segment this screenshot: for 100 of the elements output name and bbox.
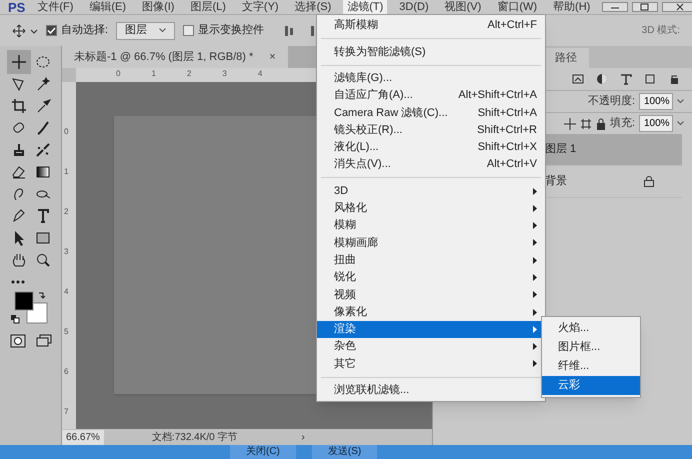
image-filter-icon[interactable] [572, 73, 584, 85]
maximize-icon [632, 2, 658, 12]
menu-item[interactable]: 选择(S) [290, 0, 336, 14]
caret-icon[interactable] [677, 99, 684, 104]
menu-item[interactable]: 锐化 [317, 268, 545, 286]
ellipse-marquee-icon[interactable] [34, 54, 50, 70]
menu-item[interactable]: 火焰... [542, 319, 640, 338]
shortcut-text: Alt+Shift+Ctrl+A [458, 88, 537, 104]
percent-field[interactable]: 100% [639, 93, 673, 110]
artboard-icon[interactable] [580, 118, 592, 130]
screen-mode-icon[interactable] [36, 334, 52, 348]
ruler-number: 3 [64, 246, 70, 258]
history-brush-icon[interactable] [34, 142, 50, 158]
shortcut-text: Alt+Ctrl+F [487, 18, 537, 34]
shape-filter-icon[interactable] [644, 73, 656, 85]
zoom-field[interactable]: 66.67% [62, 430, 104, 444]
ruler-number: 0 [116, 68, 120, 80]
field-label: 填充: [610, 116, 635, 132]
submenu-arrow-icon [533, 326, 537, 333]
layer-dropdown[interactable]: 图层 [116, 22, 176, 40]
menu-item[interactable]: 杂色 [317, 338, 545, 356]
close-icon [662, 2, 692, 12]
menu-item[interactable]: 其它 [317, 355, 545, 373]
checkbox-label: 自动选择: [61, 23, 108, 38]
move-icon[interactable] [564, 118, 576, 130]
ruler-number: 1 [151, 68, 156, 80]
menu-item[interactable]: 模糊画廊 [317, 234, 545, 252]
submenu-arrow-icon [533, 308, 537, 316]
menu-item[interactable]: 云彩 [542, 376, 640, 395]
menu-item[interactable]: 图片框... [542, 338, 640, 357]
ruler-number: 0 [64, 126, 70, 138]
ruler-number: 5 [64, 326, 70, 338]
menu-item[interactable]: 像素化 [317, 303, 545, 321]
menu-item[interactable]: Camera Raw 滤镜(C)... Shift+Ctrl+A [317, 104, 545, 122]
menu-item[interactable]: 图层(L) [186, 0, 230, 14]
zoom-icon[interactable] [34, 252, 50, 268]
taskbar-button[interactable]: 发送(S) [312, 445, 378, 459]
menu-item[interactable]: 滤镜(T) [343, 0, 388, 14]
ruler-number: 2 [186, 68, 192, 80]
ruler-number: 3 [222, 68, 227, 80]
submenu-arrow-icon [533, 239, 537, 246]
submenu-arrow-icon [533, 291, 537, 298]
menu-item[interactable]: 自适应广角(A)... Alt+Shift+Ctrl+A [317, 86, 545, 104]
close-button[interactable]: × [269, 48, 276, 66]
ruler-number: 4 [64, 286, 70, 298]
menu-item[interactable]: 视图(V) [440, 0, 486, 14]
checkbox-label: 显示变换控件 [198, 22, 264, 38]
pen-icon[interactable] [10, 208, 26, 224]
layer-name: 图层 1 [545, 142, 576, 158]
menu-item[interactable]: 帮助(H) [549, 0, 594, 14]
rectangle-icon[interactable] [34, 230, 50, 246]
shortcut-text: Shift+Ctrl+X [478, 140, 537, 156]
brush-icon[interactable] [34, 120, 50, 136]
align-icon[interactable] [284, 24, 294, 36]
caret-icon [159, 28, 166, 33]
menu-item[interactable]: 风格化 [317, 200, 545, 217]
expand-arrow[interactable]: › [302, 430, 305, 444]
quick-mask-icon[interactable] [10, 334, 26, 348]
crop-icon[interactable] [10, 98, 26, 114]
menu-item[interactable]: 转换为智能滤镜(S) [317, 43, 545, 61]
taskbar-button[interactable]: 关闭(C) [230, 445, 296, 459]
text-filter-icon[interactable] [620, 73, 632, 85]
lock-icon[interactable] [596, 118, 606, 130]
layer-name: 背景 [545, 174, 567, 190]
smart-object-icon[interactable] [668, 73, 680, 85]
menu-item[interactable]: 编辑(E) [85, 0, 130, 14]
menu-item[interactable]: 浏览联机滤镜... [317, 382, 545, 399]
gradient-icon[interactable] [34, 164, 50, 180]
submenu-arrow-icon [533, 204, 537, 212]
panel-tab[interactable]: 路径 [543, 48, 589, 68]
minimize-icon [602, 2, 628, 12]
menu-item[interactable]: 高斯模糊 Alt+Ctrl+F [317, 17, 545, 34]
menu-item[interactable]: 滤镜库(G)... [317, 70, 545, 87]
mode-label: 3D 模式: [642, 24, 680, 38]
menu-item[interactable]: 图像(I) [138, 0, 178, 14]
lasso-icon[interactable] [10, 76, 26, 92]
menu-item[interactable]: 纤维... [542, 357, 640, 376]
checkbox[interactable] [183, 25, 194, 36]
app-logo: PS [8, 0, 26, 14]
menu-item[interactable]: 3D(D) [395, 0, 433, 14]
document-tab[interactable]: 未标题-1 @ 66.7% (图层 1, RGB/8) * × [62, 46, 288, 68]
field-label: 不透明度: [588, 94, 635, 110]
menu-item[interactable]: 视频 [317, 286, 545, 304]
checkbox[interactable] [46, 25, 57, 36]
caret-icon[interactable] [677, 121, 684, 126]
menu-item[interactable]: 窗口(W) [493, 0, 542, 14]
percent-field[interactable]: 100% [639, 115, 673, 132]
submenu-arrow-icon [533, 222, 537, 230]
menu-item[interactable]: 文字(Y) [238, 0, 283, 14]
hand-icon[interactable] [10, 252, 26, 268]
half-circle-icon[interactable] [596, 73, 608, 85]
move-tool-icon[interactable] [12, 24, 38, 38]
eraser-icon[interactable] [10, 164, 26, 180]
ruler-number: 1 [64, 166, 70, 178]
menu-item[interactable]: 扭曲 [317, 252, 545, 269]
submenu-arrow-icon [533, 188, 537, 195]
shortcut-text: Shift+Ctrl+A [478, 106, 537, 121]
submenu-arrow-icon [533, 343, 537, 350]
menu-item[interactable]: 文件(F) [33, 0, 78, 14]
menu-item[interactable]: 模糊 [317, 216, 545, 234]
